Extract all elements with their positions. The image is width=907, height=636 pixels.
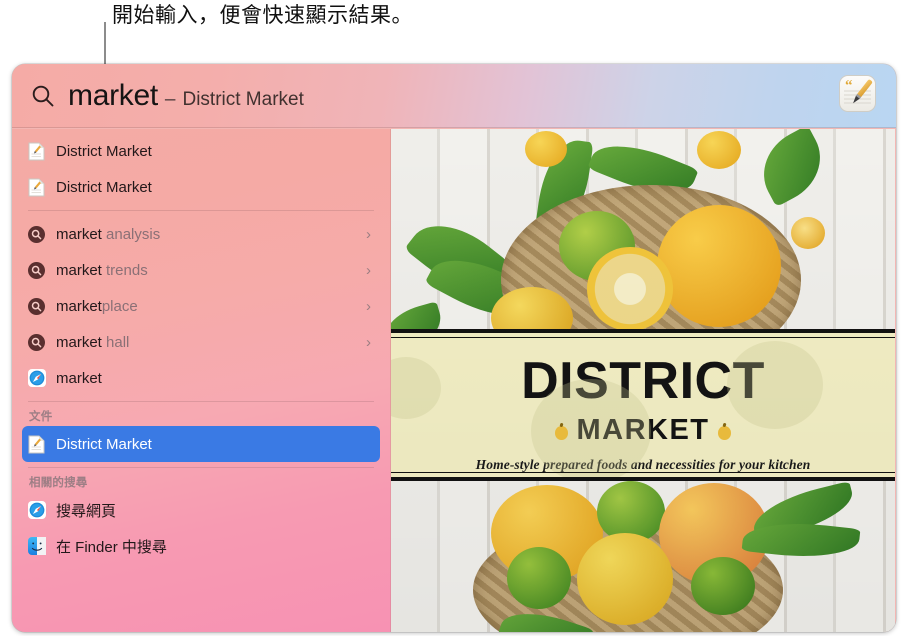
finder-icon	[27, 537, 46, 556]
safari-icon	[27, 501, 46, 520]
result-row-selected-document[interactable]: District Market	[22, 426, 380, 462]
section-header-related-searches: 相關的搜尋	[29, 477, 88, 489]
pages-app-icon[interactable]: “	[839, 74, 876, 117]
suggestion-label: market hall	[56, 333, 130, 351]
related-label: 搜尋網頁	[56, 502, 117, 520]
suggestion-label: market trends	[56, 261, 148, 279]
result-label: District Market	[56, 435, 152, 453]
search-suggestion-icon	[27, 225, 46, 244]
suggestion-row-market-safari[interactable]: market	[22, 360, 380, 396]
result-label: District Market	[56, 178, 152, 196]
window-body: District Market District Market market a…	[12, 129, 896, 632]
pages-document-icon	[27, 435, 46, 454]
document-preview-pane[interactable]: DISTRICT MARKET Home-style prepared food…	[391, 129, 895, 632]
divider	[28, 467, 374, 468]
spotlight-window: market – District Market “ District Mark…	[12, 64, 896, 632]
result-row-document-2[interactable]: District Market	[22, 169, 380, 205]
search-completion-text: District Market	[182, 88, 304, 110]
related-row-search-finder[interactable]: 在 Finder 中搜尋	[22, 528, 380, 564]
safari-icon	[27, 369, 46, 388]
suggestion-label: market	[56, 369, 102, 387]
search-icon	[30, 83, 56, 109]
chevron-right-icon[interactable]: ›	[366, 262, 375, 279]
related-label: 在 Finder 中搜尋	[56, 538, 167, 556]
search-suggestion-icon	[27, 297, 46, 316]
chevron-right-icon[interactable]: ›	[366, 226, 375, 243]
related-row-search-web[interactable]: 搜尋網頁	[22, 492, 380, 528]
search-field[interactable]: market – District Market “	[12, 64, 896, 128]
chevron-right-icon[interactable]: ›	[366, 298, 375, 315]
search-query-group: market – District Market	[68, 79, 839, 113]
search-dash: –	[164, 88, 176, 110]
preview-shading	[391, 129, 895, 632]
section-header-documents: 文件	[29, 411, 53, 423]
result-label: District Market	[56, 142, 152, 160]
result-row-document-1[interactable]: District Market	[22, 133, 380, 169]
suggestion-row-marketplace[interactable]: marketplace ›	[22, 288, 380, 324]
suggestion-label: market analysis	[56, 225, 161, 243]
callout-text: 開始輸入，便會快速顯示結果。	[112, 4, 413, 27]
chevron-right-icon[interactable]: ›	[366, 334, 375, 351]
suggestion-label: marketplace	[56, 297, 138, 315]
suggestion-row-market-analysis[interactable]: market analysis ›	[22, 216, 380, 252]
pages-document-icon	[27, 178, 46, 197]
divider	[28, 401, 374, 402]
svg-text:“: “	[845, 78, 853, 94]
suggestion-row-market-hall[interactable]: market hall ›	[22, 324, 380, 360]
results-sidebar: District Market District Market market a…	[12, 129, 391, 632]
divider	[28, 210, 374, 211]
pages-document-icon	[27, 142, 46, 161]
search-suggestion-icon	[27, 333, 46, 352]
search-suggestion-icon	[27, 261, 46, 280]
search-input-text[interactable]: market	[68, 79, 158, 113]
suggestion-row-market-trends[interactable]: market trends ›	[22, 252, 380, 288]
